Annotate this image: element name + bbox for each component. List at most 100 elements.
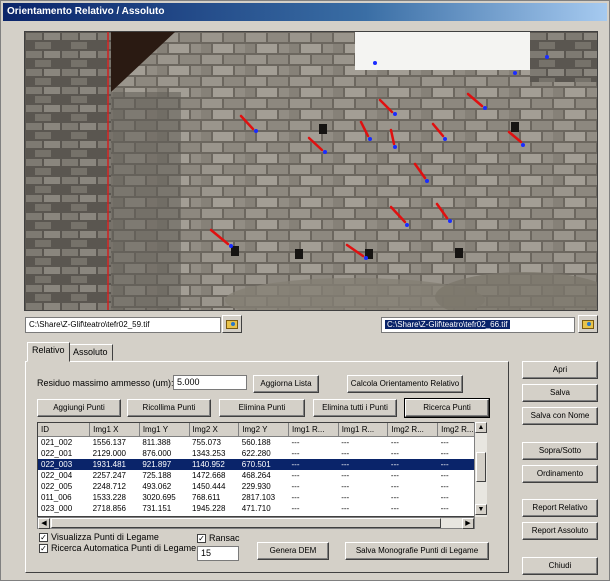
genera-dem-button[interactable]: Genera DEM bbox=[257, 542, 329, 560]
table-cell: 2129.000 bbox=[92, 448, 126, 458]
wall-photo bbox=[25, 32, 597, 310]
table-cell: --- bbox=[390, 481, 399, 491]
table-cell: 493.062 bbox=[142, 481, 172, 491]
scroll-up-icon[interactable]: ▲ bbox=[475, 422, 487, 433]
table-cell: --- bbox=[338, 458, 388, 470]
visualizza-label: Visualizza Punti di Legame bbox=[51, 532, 159, 542]
table-vertical-scrollbar[interactable]: ▲ ▼ bbox=[474, 422, 487, 517]
table-cell: 811.388 bbox=[142, 437, 171, 447]
table-cell: --- bbox=[390, 492, 399, 502]
ordinamento-button[interactable]: Ordinamento bbox=[522, 465, 598, 483]
table-cell: 725.188 bbox=[142, 470, 172, 480]
column-header[interactable]: Img2 Y bbox=[238, 423, 289, 437]
column-header[interactable]: Img2 X bbox=[189, 423, 240, 437]
column-header[interactable]: Img1 R... bbox=[338, 423, 389, 437]
table-horizontal-scrollbar[interactable]: ◀ ▶ bbox=[37, 517, 475, 529]
table-cell: --- bbox=[387, 458, 438, 470]
table-cell: --- bbox=[341, 481, 350, 491]
main-window: Orientamento Relativo / Assoluto C:\Shar… bbox=[0, 0, 610, 581]
tie-points-table[interactable]: ID Img1 X Img1 Y Img2 X Img2 Y Img1 R...… bbox=[37, 422, 487, 517]
visualizza-checkbox[interactable]: ✓ bbox=[39, 533, 48, 542]
table-cell: --- bbox=[291, 481, 300, 491]
table-cell: 022_004 bbox=[41, 470, 73, 480]
table-cell: --- bbox=[291, 503, 300, 513]
table-cell: 622.280 bbox=[241, 448, 271, 458]
aggiorna-lista-button[interactable]: Aggiorna Lista bbox=[253, 375, 319, 393]
table-cell: 1533.228 bbox=[92, 492, 126, 502]
right-image-path[interactable]: C:\Share\Z-Glif\teatro\tefr02_66.tif bbox=[381, 317, 575, 333]
table-cell: --- bbox=[341, 448, 350, 458]
folder-icon bbox=[226, 319, 238, 329]
folder-icon bbox=[582, 319, 594, 329]
tab-assoluto[interactable]: Assoluto bbox=[68, 344, 113, 361]
table-cell: 876.000 bbox=[142, 448, 172, 458]
table-cell: 022_001 bbox=[41, 448, 73, 458]
calcola-orientamento-button[interactable]: Calcola Orientamento Relativo bbox=[347, 375, 463, 393]
table-cell: 2817.103 bbox=[241, 492, 276, 502]
salva-monografie-button[interactable]: Salva Monografie Punti di Legame bbox=[345, 542, 489, 560]
table-row[interactable]: 021_002 1556.137 811.388 755.073 560.188 --- -… bbox=[38, 436, 486, 448]
ricerca-auto-label: Ricerca Automatica Punti di Legame bbox=[51, 543, 197, 553]
table-row[interactable]: 022_005 2248.712 493.062 1450.444 229.930 ---… bbox=[38, 481, 486, 492]
aggiungi-punti-button[interactable]: Aggiungi Punti bbox=[37, 399, 121, 417]
table-cell: --- bbox=[341, 470, 350, 480]
tab-relativo[interactable]: Relativo bbox=[27, 342, 70, 362]
elimina-tutti-button[interactable]: Elimina tutti i Punti bbox=[313, 399, 397, 417]
table-cell: --- bbox=[390, 448, 399, 458]
table-cell: 022_005 bbox=[41, 481, 73, 491]
residuo-label: Residuo massimo ammesso (um): bbox=[37, 378, 174, 388]
table-row[interactable]: 022_003 1931.481 921.897 1140.952 670.501 ---… bbox=[38, 458, 486, 470]
table-cell: --- bbox=[291, 470, 300, 480]
report-assoluto-button[interactable]: Report Assoluto bbox=[522, 522, 598, 540]
column-header[interactable]: Img2 R... bbox=[387, 423, 439, 437]
table-cell: 2257.247 bbox=[92, 470, 126, 480]
ransac-input[interactable]: 15 bbox=[197, 546, 239, 561]
table-cell: 921.897 bbox=[139, 458, 190, 470]
table-row[interactable]: 023_000 2718.856 731.151 1945.228 471.710 ---… bbox=[38, 503, 486, 514]
scroll-left-icon[interactable]: ◀ bbox=[38, 518, 50, 529]
right-browse-button[interactable] bbox=[578, 315, 598, 333]
column-header[interactable]: ID bbox=[38, 423, 91, 437]
table-cell: 755.073 bbox=[192, 437, 221, 447]
column-header[interactable]: Img1 R... bbox=[288, 423, 339, 437]
chiudi-button[interactable]: Chiudi bbox=[522, 557, 598, 575]
table-cell: 471.710 bbox=[241, 503, 271, 513]
apri-button[interactable]: Apri bbox=[522, 361, 598, 379]
table-cell: 2718.856 bbox=[92, 503, 126, 513]
table-cell: 1343.253 bbox=[192, 448, 226, 458]
window-title: Orientamento Relativo / Assoluto bbox=[3, 3, 607, 21]
left-image-path[interactable]: C:\Share\Z-Glif\teatro\tefr02_59.tif bbox=[25, 317, 221, 333]
elimina-punti-button[interactable]: Elimina Punti bbox=[219, 399, 305, 417]
table-row[interactable]: 011_006 1533.228 3020.695 768.611 2817.103 --… bbox=[38, 492, 486, 503]
table-cell: 1140.952 bbox=[189, 458, 239, 470]
table-row[interactable]: 022_001 2129.000 876.000 1343.253 622.280 ---… bbox=[38, 448, 486, 459]
table-cell: 1472.668 bbox=[192, 470, 226, 480]
residuo-input[interactable]: 5.000 bbox=[173, 375, 247, 390]
ricollima-punti-button[interactable]: Ricollima Punti bbox=[127, 399, 211, 417]
scroll-thumb[interactable] bbox=[51, 518, 441, 528]
table-cell: 021_002 bbox=[41, 437, 73, 447]
scroll-thumb[interactable] bbox=[476, 452, 486, 482]
salva-con-nome-button[interactable]: Salva con Nome bbox=[522, 407, 598, 425]
column-header[interactable]: Img1 X bbox=[89, 423, 140, 437]
table-cell: 022_003 bbox=[38, 458, 90, 470]
table-cell: 2248.712 bbox=[92, 481, 126, 491]
ransac-checkbox[interactable]: ✓ bbox=[197, 534, 206, 543]
table-cell: --- bbox=[291, 448, 300, 458]
left-browse-button[interactable] bbox=[222, 315, 242, 333]
stereo-image-view[interactable] bbox=[24, 31, 598, 311]
scroll-right-icon[interactable]: ▶ bbox=[462, 518, 474, 529]
table-cell: 011_006 bbox=[41, 492, 72, 502]
table-row[interactable]: 022_004 2257.247 725.188 1472.668 468.264 ---… bbox=[38, 470, 486, 481]
table-cell: 3020.695 bbox=[142, 492, 176, 502]
table-cell: --- bbox=[341, 492, 350, 502]
salva-button[interactable]: Salva bbox=[522, 384, 598, 402]
scroll-down-icon[interactable]: ▼ bbox=[475, 504, 487, 515]
ricerca-punti-button[interactable]: Ricerca Punti bbox=[404, 398, 490, 418]
column-header[interactable]: Img1 Y bbox=[139, 423, 190, 437]
report-relativo-button[interactable]: Report Relativo bbox=[522, 499, 598, 517]
ricerca-auto-checkbox[interactable]: ✓ bbox=[39, 544, 48, 553]
table-cell: 670.501 bbox=[238, 458, 289, 470]
sopra-sotto-button[interactable]: Sopra/Sotto bbox=[522, 442, 598, 460]
table-cell: --- bbox=[288, 458, 339, 470]
